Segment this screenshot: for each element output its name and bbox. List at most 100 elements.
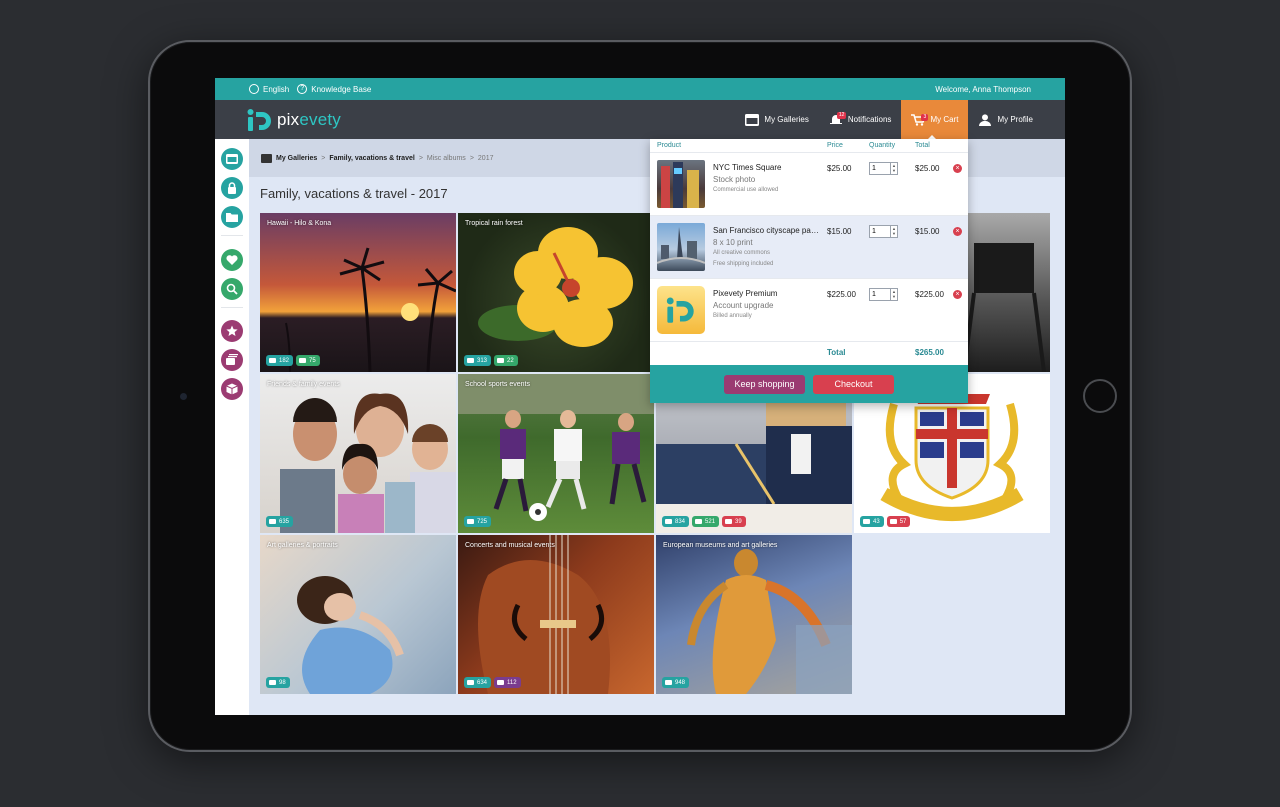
breadcrumb-misc-albums[interactable]: Misc albums (427, 155, 466, 162)
album-tile[interactable]: School sports events 725 (458, 374, 654, 533)
nav-my-cart[interactable]: 3 My Cart (901, 100, 969, 139)
photo-icon (269, 680, 276, 685)
breadcrumb-family[interactable]: Family, vacations & travel (329, 155, 414, 162)
logo[interactable]: pixevety (247, 107, 341, 133)
product-price: $225.00 (827, 290, 856, 299)
album-title: Concerts and musical events (465, 542, 555, 549)
rail-folders-button[interactable] (221, 206, 243, 228)
quantity-stepper[interactable]: 1 ▲ ▼ (869, 225, 898, 238)
product-name[interactable]: Pixevety Premium (713, 289, 819, 298)
photo-count-badge: 43 (860, 516, 884, 527)
cart-badge: 3 (921, 114, 929, 121)
album-title: European museums and art galleries (663, 542, 778, 549)
breadcrumb-my-galleries[interactable]: My Galleries (276, 155, 317, 162)
remove-item-button[interactable]: × (953, 227, 962, 236)
stack-icon (226, 354, 238, 365)
video-count-badge: 22 (494, 355, 518, 366)
lock-icon (228, 182, 236, 194)
app-header: pixevety My Galleries 12 Notifications 3… (215, 100, 1065, 139)
nav-notifications[interactable]: 12 Notifications (819, 100, 902, 139)
product-type: Account upgrade (713, 301, 774, 310)
product-note: Billed annually (713, 313, 752, 319)
photo-count-badge: 182 (266, 355, 294, 366)
album-photo (297, 576, 404, 694)
product-name[interactable]: NYC Times Square (713, 163, 819, 172)
product-note: Free shipping included (713, 261, 774, 267)
cart-total-row: Total $265.00 (650, 342, 968, 365)
album-tile[interactable]: Friends & family events 635 (260, 374, 456, 533)
album-tile[interactable]: Concerts and musical events 634 112 (458, 535, 654, 694)
rail-starred-button[interactable] (221, 320, 243, 342)
photo-icon (665, 680, 672, 685)
album-tile[interactable]: Art galleries & portraits 98 (260, 535, 456, 694)
spin-arrows-icon[interactable]: ▲ ▼ (890, 226, 897, 237)
spin-arrows-icon[interactable]: ▲ ▼ (890, 289, 897, 300)
photo-count-badge: 635 (266, 516, 294, 527)
knowledge-base-link[interactable]: ? Knowledge Base (297, 84, 371, 94)
album-photo (687, 549, 852, 694)
home-button[interactable] (1083, 379, 1117, 413)
nav-my-profile[interactable]: My Profile (968, 100, 1043, 139)
page-title: Family, vacations & travel - 2017 (260, 186, 448, 201)
checkout-button[interactable]: Checkout (813, 374, 894, 394)
album-tile[interactable]: Hawaii - Hilo & Kona 182 75 (260, 213, 456, 372)
logo-icon (247, 108, 271, 131)
notifications-badge: 12 (836, 112, 847, 119)
rail-packages-button[interactable] (221, 378, 243, 400)
nav-my-galleries[interactable]: My Galleries (735, 100, 818, 139)
rail-private-button[interactable] (221, 177, 243, 199)
rail-albums-button[interactable] (221, 349, 243, 371)
album-tile[interactable]: Tropical rain forest 313 22 (458, 213, 654, 372)
product-price: $15.00 (827, 227, 852, 236)
quantity-stepper[interactable]: 1 ▲ ▼ (869, 162, 898, 175)
remove-item-button[interactable]: × (953, 290, 962, 299)
app-screen: English ? Knowledge Base Welcome, Anna T… (215, 78, 1065, 715)
video-count-badge: 75 (296, 355, 320, 366)
photo-icon (269, 519, 276, 524)
product-total: $225.00 (915, 290, 944, 299)
logo-icon (666, 297, 694, 323)
product-thumbnail (657, 160, 705, 208)
album-tile[interactable]: European museums and art galleries 948 (656, 535, 852, 694)
spin-arrows-icon[interactable]: ▲ ▼ (890, 163, 897, 174)
quantity-stepper[interactable]: 1 ▲ ▼ (869, 288, 898, 301)
keep-shopping-button[interactable]: Keep shopping (724, 374, 805, 394)
search-icon (226, 283, 238, 295)
product-name[interactable]: San Francisco cityscape panorama (713, 226, 819, 235)
rail-search-button[interactable] (221, 278, 243, 300)
cart-total-label: Total (827, 348, 846, 357)
front-camera (180, 393, 187, 400)
album-photo (478, 535, 610, 694)
album-title: Friends & family events (267, 381, 340, 388)
document-count-badge: 57 (886, 516, 911, 527)
album-photo (478, 227, 633, 347)
photo-icon (467, 519, 474, 524)
welcome-text: Welcome, Anna Thompson (935, 84, 1031, 94)
cart-item: Pixevety Premium Account upgrade Billed … (650, 279, 968, 342)
photo-icon (863, 519, 870, 524)
photo-count-badge: 634 (464, 677, 492, 688)
rail-favorites-button[interactable] (221, 249, 243, 271)
video-icon (695, 519, 703, 524)
product-price: $25.00 (827, 164, 852, 173)
product-total: $15.00 (915, 227, 940, 236)
rail-galleries-button[interactable] (221, 148, 243, 170)
folder-icon (226, 213, 238, 222)
product-thumbnail (657, 286, 705, 334)
photo-icon (269, 358, 276, 363)
gallery-icon (745, 113, 760, 126)
product-total: $25.00 (915, 164, 940, 173)
cart-item: NYC Times Square Stock photo Commercial … (650, 153, 968, 216)
photo-icon (467, 358, 474, 363)
product-type: Stock photo (713, 175, 756, 184)
logo-text-pix: pix (277, 109, 300, 129)
document-icon (889, 519, 897, 524)
photo-count-badge: 98 (266, 677, 290, 688)
photo-count-badge: 948 (662, 677, 690, 688)
language-selector[interactable]: English (249, 84, 289, 94)
box-icon (226, 383, 238, 395)
globe-icon (249, 84, 259, 94)
remove-item-button[interactable]: × (953, 164, 962, 173)
product-note: Commercial use allowed (713, 187, 779, 193)
photo-count-badge: 313 (464, 355, 492, 366)
